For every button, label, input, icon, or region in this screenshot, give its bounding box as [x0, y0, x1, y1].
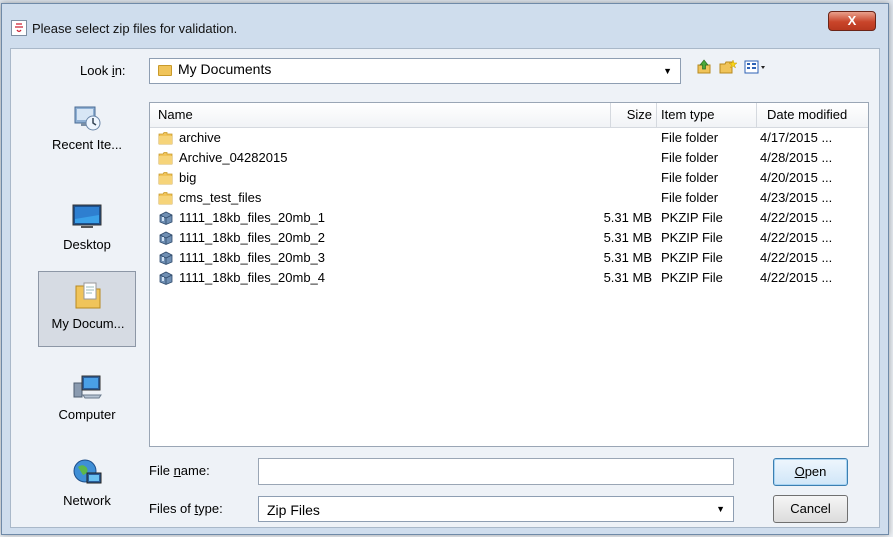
zip-archive-icon [158, 211, 173, 225]
file-type-cell: PKZIP File [661, 230, 723, 245]
file-name-cell: cms_test_files [179, 190, 262, 205]
file-type-cell: File folder [661, 150, 719, 165]
files-of-type-value: Zip Files [267, 502, 320, 518]
title-bar: Please select zip files for validation. … [2, 4, 888, 54]
file-name-cell: Archive_04282015 [179, 150, 288, 165]
computer-icon [71, 371, 103, 403]
recent-items-icon [71, 101, 103, 133]
zip-archive-icon [158, 271, 173, 285]
dialog-body: Look in: My Documents ▼ Recent Ite... De… [10, 48, 880, 528]
file-date-cell: 4/20/2015 ... [760, 170, 833, 185]
place-label: Computer [58, 407, 116, 422]
folder-icon [158, 171, 173, 185]
files-of-type-combo[interactable]: Zip Files ▼ [258, 496, 734, 522]
desktop-icon [71, 201, 103, 233]
chevron-down-icon[interactable]: ▼ [716, 504, 725, 514]
places-bar: Recent Ite... Desktop My Docum... Comput… [38, 93, 136, 519]
file-date-cell: 4/23/2015 ... [760, 190, 833, 205]
view-menu-icon[interactable] [743, 59, 769, 77]
file-date-cell: 4/17/2015 ... [760, 130, 833, 145]
file-size-cell: 5.31 MB [603, 210, 652, 225]
folder-icon [158, 191, 173, 205]
file-name-cell: 1111_18kb_files_20mb_3 [179, 250, 326, 265]
up-folder-icon[interactable] [695, 59, 713, 77]
folder-icon [158, 65, 172, 76]
place-network[interactable]: Network [38, 449, 136, 525]
files-of-type-label: Files of type: [149, 501, 223, 516]
look-in-value: My Documents [178, 61, 272, 77]
file-list-header: Name Size Item type Date modified [150, 103, 868, 128]
file-name-cell: 1111_18kb_files_20mb_4 [179, 270, 326, 285]
file-list[interactable]: Name Size Item type Date modified archiv… [149, 102, 869, 447]
column-header-size[interactable]: Size [616, 107, 652, 122]
file-row[interactable]: 1111_18kb_files_20mb_2 5.31 MB PKZIP File 4… [150, 229, 868, 249]
file-row[interactable]: big File folder 4/20/2015 ... [150, 169, 868, 189]
column-divider[interactable] [610, 103, 611, 127]
file-name-cell: archive [179, 130, 221, 145]
column-divider[interactable] [756, 103, 757, 127]
file-type-cell: File folder [661, 130, 719, 145]
file-size-cell: 5.31 MB [603, 270, 652, 285]
file-name-cell: 1111_18kb_files_20mb_2 [179, 230, 326, 245]
column-header-name[interactable]: Name [158, 107, 193, 122]
column-divider[interactable] [656, 103, 657, 127]
file-chooser-dialog: Please select zip files for validation. … [1, 3, 889, 535]
file-row[interactable]: 1111_18kb_files_20mb_1 5.31 MB PKZIP File 4… [150, 209, 868, 229]
file-type-cell: File folder [661, 170, 719, 185]
new-folder-icon[interactable] [719, 59, 738, 77]
file-row[interactable]: 1111_18kb_files_20mb_4 5.31 MB PKZIP File 4… [150, 269, 868, 289]
place-desktop[interactable]: Desktop [38, 193, 136, 269]
file-date-cell: 4/28/2015 ... [760, 150, 833, 165]
close-button[interactable]: X [828, 11, 876, 31]
file-name-cell: 1111_18kb_files_20mb_1 [179, 210, 326, 225]
file-name-label: File name: [149, 463, 210, 478]
file-name-input[interactable] [258, 458, 734, 485]
java-app-icon [11, 20, 27, 36]
cancel-button[interactable]: Cancel [773, 495, 848, 523]
my-documents-icon [72, 280, 104, 312]
file-size-cell: 5.31 MB [603, 230, 652, 245]
place-my-documents[interactable]: My Docum... [38, 271, 136, 347]
file-date-cell: 4/22/2015 ... [760, 270, 833, 285]
network-icon [71, 457, 103, 489]
place-recent-items[interactable]: Recent Ite... [38, 93, 136, 169]
file-name-cell: big [179, 170, 197, 185]
file-type-cell: PKZIP File [661, 270, 723, 285]
file-date-cell: 4/22/2015 ... [760, 210, 833, 225]
open-button[interactable]: Open [773, 458, 848, 486]
file-size-cell: 5.31 MB [603, 250, 652, 265]
place-label: Recent Ite... [51, 137, 123, 152]
column-header-type[interactable]: Item type [661, 107, 714, 122]
zip-archive-icon [158, 231, 173, 245]
zip-archive-icon [158, 251, 173, 265]
look-in-combo[interactable]: My Documents ▼ [149, 58, 681, 84]
file-date-cell: 4/22/2015 ... [760, 250, 833, 265]
place-label: Desktop [63, 237, 111, 252]
window-title: Please select zip files for validation. [32, 21, 238, 36]
file-row[interactable]: Archive_04282015 File folder 4/28/2015 ... [150, 149, 868, 169]
place-label: Network [63, 493, 111, 508]
chevron-down-icon[interactable]: ▼ [663, 66, 672, 76]
column-header-date[interactable]: Date modified [767, 107, 847, 122]
file-row[interactable]: archive File folder 4/17/2015 ... [150, 129, 868, 149]
file-type-cell: PKZIP File [661, 210, 723, 225]
file-date-cell: 4/22/2015 ... [760, 230, 833, 245]
file-type-cell: PKZIP File [661, 250, 723, 265]
file-row[interactable]: 1111_18kb_files_20mb_3 5.31 MB PKZIP File 4… [150, 249, 868, 269]
folder-icon [158, 131, 173, 145]
place-label: My Docum... [51, 316, 125, 331]
place-computer[interactable]: Computer [38, 363, 136, 439]
file-row[interactable]: cms_test_files File folder 4/23/2015 ... [150, 189, 868, 209]
file-type-cell: File folder [661, 190, 719, 205]
folder-icon [158, 151, 173, 165]
look-in-label: Look in: [80, 63, 126, 78]
